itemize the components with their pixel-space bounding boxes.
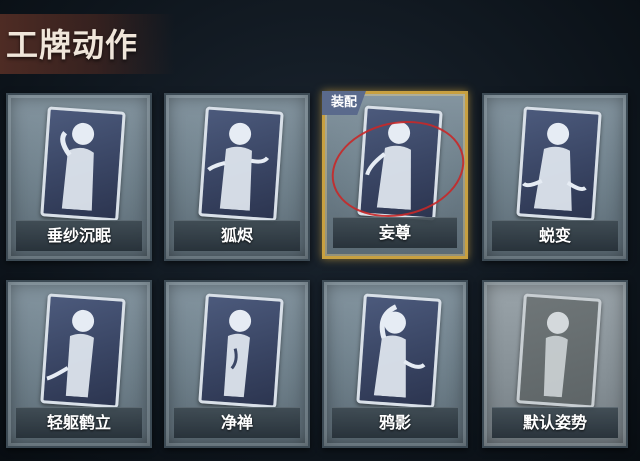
figure-silhouette-icon: [46, 309, 95, 398]
pose-card-2[interactable]: 狐烬: [164, 93, 310, 261]
pose-label: 妄尊: [378, 223, 411, 242]
figure-silhouette-icon: [223, 309, 252, 398]
pose-card-4[interactable]: 蜕变: [482, 93, 628, 261]
pose-card-6[interactable]: 净禅: [164, 280, 310, 448]
pose-card-5[interactable]: 轻躯鹤立: [6, 280, 152, 448]
pose-preview: [40, 293, 126, 409]
pose-label: 垂纱沉眠: [46, 226, 111, 245]
figure-silhouette-icon: [522, 122, 587, 212]
pose-card-7[interactable]: 鸦影: [322, 280, 468, 448]
pose-label: 蜕变: [538, 226, 571, 245]
pose-preview: [356, 293, 442, 409]
pose-label: 净禅: [220, 413, 253, 432]
section-header: 工牌动作: [0, 14, 175, 74]
pose-preview: [516, 293, 602, 409]
figure-silhouette-icon: [373, 304, 426, 398]
pose-preview: [516, 106, 602, 222]
figure-silhouette-icon: [60, 122, 95, 211]
section-title: 工牌动作: [6, 26, 139, 64]
selection-ring: [322, 109, 474, 229]
pose-label: 鸦影: [378, 413, 411, 432]
pose-preview: [40, 106, 126, 222]
figure-silhouette-icon: [207, 122, 270, 211]
pose-card-1[interactable]: 垂纱沉眠: [6, 93, 152, 261]
figure-silhouette-icon: [543, 311, 569, 398]
pose-card-8[interactable]: 默认姿势: [482, 280, 628, 448]
pose-preview: [198, 293, 284, 409]
pose-preview: [198, 106, 284, 222]
pose-label: 狐烬: [220, 226, 253, 245]
pose-label: 默认姿势: [522, 413, 587, 432]
equipped-badge: 装配: [322, 91, 366, 115]
pose-label: 轻躯鹤立: [46, 413, 111, 432]
pose-card-3[interactable]: 装配 妄尊: [322, 91, 474, 259]
